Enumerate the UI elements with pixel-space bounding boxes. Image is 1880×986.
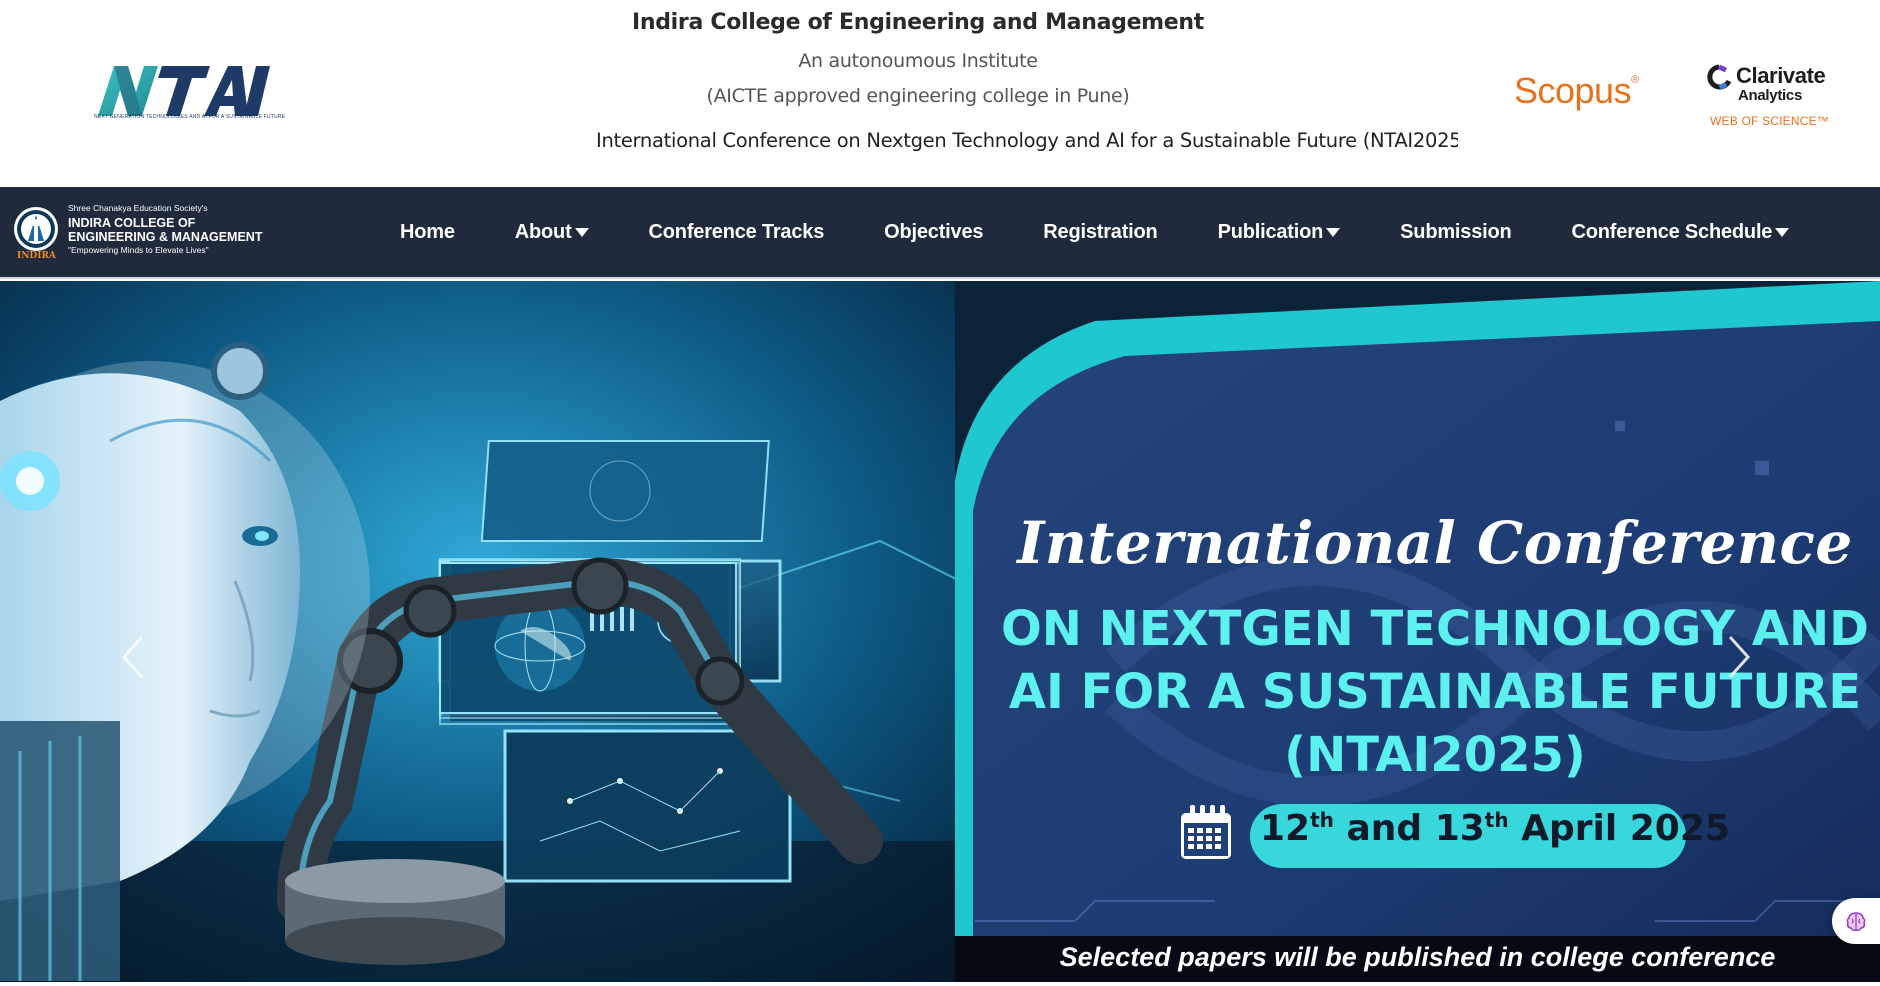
- nav-publication-label: Publication: [1217, 220, 1324, 243]
- nav-about-label: About: [514, 220, 572, 243]
- caret-down-icon: [1775, 227, 1790, 237]
- nav-conference-schedule-label: Conference Schedule: [1571, 220, 1773, 243]
- brand-name-line2: ENGINEERING & MANAGEMENT: [68, 230, 263, 244]
- date-rest: April 2025: [1508, 808, 1730, 849]
- college-title: Indira College of Engineering and Manage…: [631, 10, 1205, 35]
- clarivate-mark-icon: [1707, 64, 1732, 91]
- chevron-left-icon[interactable]: [114, 627, 154, 687]
- hero-carousel: International Conference ON NEXTGEN TECH…: [0, 281, 1880, 982]
- nav-registration[interactable]: Registration: [1013, 221, 1187, 244]
- caret-down-icon: [574, 227, 589, 237]
- scopus-text: Scopus: [1514, 70, 1632, 111]
- nav-menu: Home About Conference Tracks Objectives …: [370, 187, 1819, 277]
- date-day2: 13: [1434, 808, 1485, 849]
- nav-conference-tracks[interactable]: Conference Tracks: [619, 221, 855, 244]
- nav-submission-label: Submission: [1400, 220, 1512, 243]
- nav-conference-schedule[interactable]: Conference Schedule: [1542, 221, 1820, 244]
- chevron-right-icon[interactable]: [1718, 627, 1758, 687]
- nav-submission[interactable]: Submission: [1370, 221, 1541, 244]
- nav-home-label: Home: [400, 220, 455, 243]
- college-subtitle: An autonoumous Institute: [798, 50, 1038, 72]
- conference-title-line3: (NTAI2025): [1284, 727, 1586, 783]
- floating-assistant-button[interactable]: [1832, 898, 1880, 944]
- bottom-strip: [0, 982, 1880, 986]
- announcement-marquee[interactable]: International Conference on Nextgen Tech…: [596, 129, 1458, 159]
- date-day1: 12: [1260, 808, 1311, 849]
- top-header: NEXT GENERATION TECHNOLOGIES AND AI FOR …: [0, 0, 1880, 187]
- college-approval: (AICTE approved engineering college in P…: [706, 85, 1130, 107]
- nav-about[interactable]: About: [485, 221, 619, 244]
- nav-objectives-label: Objectives: [884, 220, 984, 243]
- ntai-tagline: NEXT GENERATION TECHNOLOGIES AND AI FOR …: [94, 114, 286, 120]
- conference-date: 12th and 13th April 2025: [1260, 808, 1730, 849]
- brand-motto: "Empowering Minds to Elevate Lives": [68, 245, 209, 255]
- brand-society: Shree Chanakya Education Society's: [68, 203, 208, 213]
- nav-conference-tracks-label: Conference Tracks: [648, 220, 825, 243]
- marquee-text: International Conference on Nextgen Tech…: [596, 129, 1458, 152]
- date-sup1: th: [1310, 808, 1334, 832]
- published-note: Selected papers will be published in col…: [1059, 942, 1776, 972]
- conference-heading: International Conference: [1017, 509, 1853, 577]
- main-navbar: INDIRA Shree Chanakya Education Society'…: [0, 187, 1880, 279]
- nav-registration-label: Registration: [1043, 220, 1158, 243]
- clarivate-analytics: Analytics: [1738, 87, 1802, 104]
- caret-down-icon: [1326, 227, 1341, 237]
- scopus-logo[interactable]: Scopus®: [1514, 70, 1639, 112]
- college-brand[interactable]: INDIRA Shree Chanakya Education Society'…: [10, 203, 263, 265]
- brain-icon: [1846, 912, 1866, 932]
- brand-name-line1: INDIRA COLLEGE OF: [68, 216, 196, 230]
- date-and: and: [1333, 808, 1435, 849]
- date-sup2: th: [1484, 808, 1509, 832]
- nav-home[interactable]: Home: [370, 221, 485, 244]
- web-of-science-text: WEB OF SCIENCE™: [1710, 114, 1830, 128]
- nav-objectives[interactable]: Objectives: [854, 221, 1013, 244]
- calendar-icon: [1181, 805, 1231, 859]
- clarivate-name: Clarivate: [1736, 63, 1826, 88]
- nav-publication[interactable]: Publication: [1188, 221, 1371, 244]
- emblem-label: INDIRA: [17, 251, 56, 261]
- scopus-mark: ®: [1631, 74, 1639, 86]
- clarivate-logo[interactable]: Clarivate Analytics WEB OF SCIENCE™: [1706, 60, 1836, 130]
